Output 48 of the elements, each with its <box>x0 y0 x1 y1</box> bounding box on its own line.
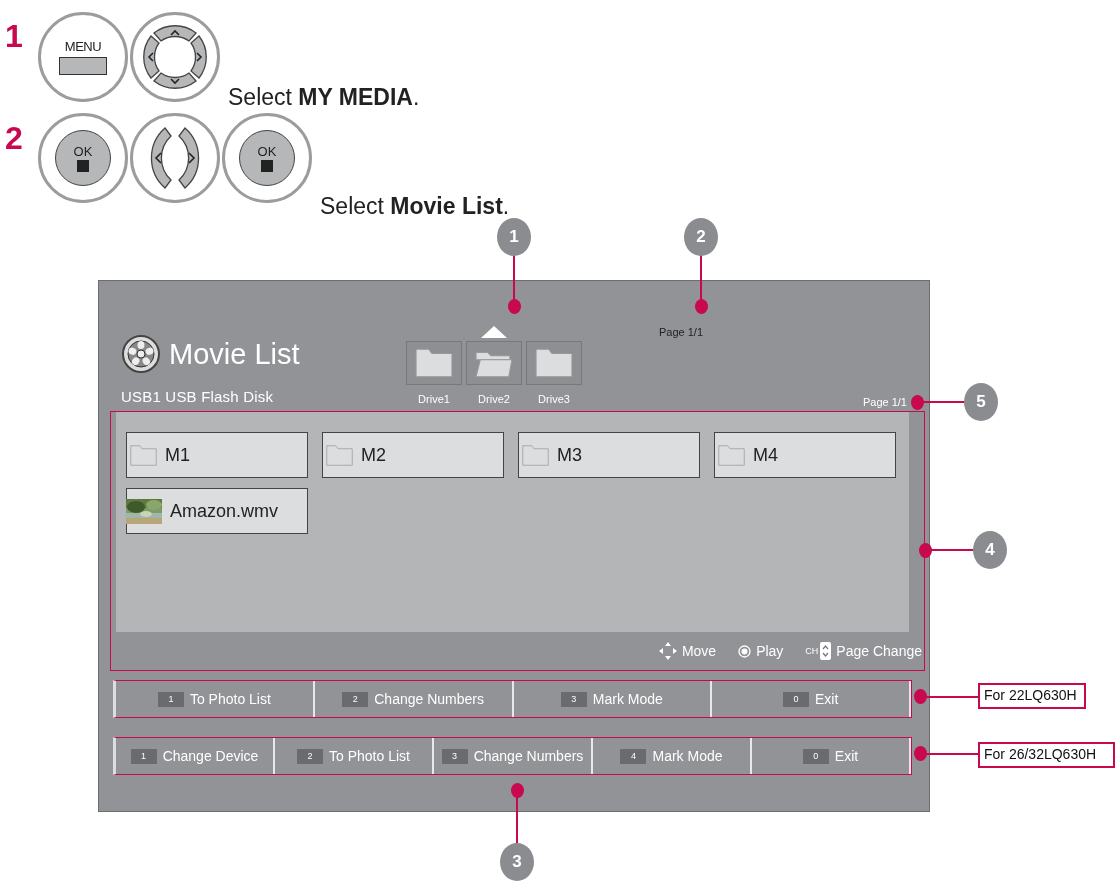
page-indicator: Page 1/1 <box>659 326 704 338</box>
page-indicator: Page 1/1 <box>862 396 907 409</box>
number-key-badge: 1 <box>157 691 184 707</box>
folder-tile[interactable]: M3 <box>518 432 700 478</box>
folder-tile[interactable]: M1 <box>126 432 308 478</box>
step-number: 2 <box>5 122 24 154</box>
number-key-badge: 0 <box>802 748 829 764</box>
function-label[interactable]: Change Numbers <box>374 691 484 707</box>
model-note: For 22LQ630H <box>978 683 1086 709</box>
channel-key: CH <box>805 642 832 660</box>
screen-title: Movie List <box>169 337 300 371</box>
folder-tile[interactable]: M2 <box>322 432 504 478</box>
function-label[interactable]: To Photo List <box>189 691 271 707</box>
function-label[interactable]: Mark Mode <box>652 748 723 764</box>
ok-key: OK <box>222 113 312 203</box>
number-key-badge: 4 <box>620 748 647 764</box>
folder-tile[interactable]: M4 <box>714 432 896 478</box>
device-name: USB1 USB Flash Disk <box>121 388 275 405</box>
function-label[interactable]: Change Device <box>162 748 259 764</box>
number-key-badge: 2 <box>342 691 369 707</box>
function-label[interactable]: Exit <box>814 691 839 707</box>
function-label[interactable]: Mark Mode <box>592 691 663 707</box>
number-key-badge: 3 <box>441 748 468 764</box>
video-file-tile[interactable]: Amazon.wmv <box>126 488 308 534</box>
step-instruction: Select Movie List. <box>320 193 510 220</box>
drive-label: Drive2 <box>478 393 510 405</box>
drive-label: Drive3 <box>538 393 570 405</box>
step-number: 1 <box>5 20 24 52</box>
function-label[interactable]: To Photo List <box>329 748 410 764</box>
step-instruction: Select MY MEDIA. <box>228 84 420 111</box>
callout-number: 1 <box>497 218 531 256</box>
number-key-badge: 3 <box>560 691 587 707</box>
drive-label: Drive1 <box>418 393 450 405</box>
callout-number: 2 <box>684 218 718 256</box>
key-hint: Move <box>681 643 717 659</box>
function-label[interactable]: Exit <box>834 748 859 764</box>
number-key-badge: 1 <box>130 748 157 764</box>
key-hint: Play <box>756 643 784 659</box>
callout-number: 3 <box>500 843 534 881</box>
callout-number: 4 <box>973 531 1007 569</box>
number-key-badge: 2 <box>297 748 324 764</box>
callout-number: 5 <box>964 383 998 421</box>
menu-key: MENU <box>38 12 128 102</box>
ok-key: OK <box>38 113 128 203</box>
function-label[interactable]: Change Numbers <box>473 748 584 764</box>
number-key-badge: 0 <box>782 691 809 707</box>
model-note: For 26/32LQ630H <box>978 742 1115 768</box>
key-hint: Page Change <box>836 643 922 659</box>
